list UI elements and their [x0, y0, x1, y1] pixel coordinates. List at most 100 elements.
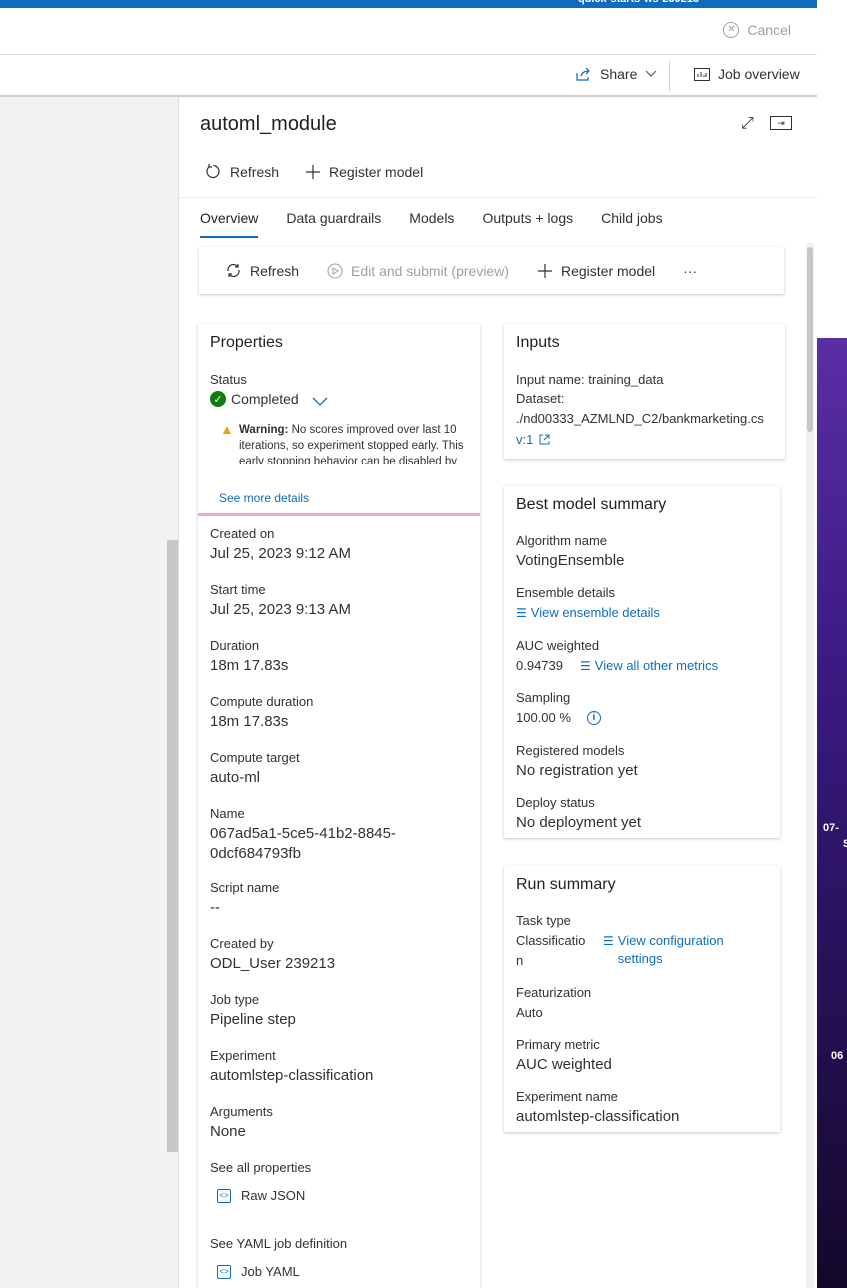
created-by-value: ODL_User 239213 — [210, 955, 336, 972]
refresh-button[interactable]: Refresh — [205, 163, 279, 180]
desktop-wallpaper: 07- S 06 — [817, 338, 847, 1288]
register-model-button[interactable]: Register model — [537, 263, 655, 279]
see-all-properties-label: See all properties — [210, 1160, 312, 1175]
arguments-label: Arguments — [210, 1104, 273, 1119]
compute-duration-label: Compute duration — [210, 694, 314, 709]
deploy-status-label: Deploy status — [516, 795, 595, 810]
job-overview-button[interactable]: Job overview — [694, 66, 800, 82]
dataset-link-cont[interactable]: v:1 — [516, 432, 550, 447]
input-name: Input name: training_data — [516, 372, 664, 387]
card-title: Run summary — [516, 876, 616, 893]
top-accent-bar: quick-starts-ws-239213 — [0, 0, 817, 8]
share-bar: Share Job overview — [0, 55, 817, 97]
register-model-button[interactable]: Register model — [305, 164, 423, 180]
view-configuration-link[interactable]: ☰ View configuration settings — [603, 933, 724, 966]
job-yaml-link[interactable]: <> Job YAML — [217, 1264, 300, 1279]
duration-label: Duration — [210, 638, 260, 653]
right-blank — [817, 0, 847, 338]
view-metrics-label: View all other metrics — [594, 658, 719, 673]
task-type-value-cont: n — [516, 953, 524, 968]
card-title: Properties — [210, 334, 283, 351]
job-detail-panel: automl_module ⤢ ⇥ Refresh Register model… — [178, 97, 818, 1288]
experiment-link[interactable]: automlstep-classification — [210, 1067, 373, 1084]
auc-label: AUC weighted — [516, 638, 600, 653]
list-icon: ☰ — [603, 934, 614, 948]
experiment-name-label: Experiment name — [516, 1089, 618, 1104]
left-background — [0, 97, 178, 1288]
job-type-value: Pipeline step — [210, 1011, 296, 1028]
script-name-value: -- — [210, 899, 220, 916]
list-icon: ☰ — [580, 658, 591, 673]
tab-bar: Overview Data guardrails Models Outputs … — [200, 210, 663, 238]
play-circle-icon — [327, 263, 343, 278]
refresh-label: Refresh — [230, 163, 280, 180]
algorithm-label: Algorithm name — [516, 533, 608, 548]
dataset-label: Dataset: — [516, 391, 565, 406]
refresh-icon — [206, 164, 220, 179]
duration-value: 18m 17.83s — [210, 657, 289, 674]
scrollbar-thumb[interactable] — [807, 247, 813, 432]
section-divider — [198, 513, 480, 516]
status-value: ✓ Completed — [210, 391, 328, 407]
external-link-icon — [539, 434, 550, 445]
share-button[interactable]: Share — [575, 66, 657, 82]
ensemble-label: Ensemble details — [516, 585, 615, 600]
job-type-label: Job type — [210, 992, 260, 1007]
view-ensemble-label: View ensemble details — [530, 605, 660, 620]
yaml-definition-label: See YAML job definition — [210, 1236, 348, 1251]
cancel-label: Cancel — [747, 22, 791, 38]
overview-toolbar: Refresh Edit and submit (preview) Regist… — [199, 247, 784, 294]
cancel-button[interactable]: ✕ Cancel — [723, 22, 791, 38]
tab-outputs-logs[interactable]: Outputs + logs — [482, 210, 573, 236]
primary-metric-label: Primary metric — [516, 1037, 600, 1052]
warning-title: Warning: — [239, 424, 289, 436]
share-label: Share — [600, 66, 638, 82]
share-icon — [576, 67, 590, 81]
view-metrics-link[interactable]: ☰ View all other metrics — [580, 658, 718, 673]
warning-icon: ▲ — [220, 422, 234, 437]
algorithm-link[interactable]: VotingEnsemble — [516, 552, 624, 569]
panel-command-bar: Refresh Register model — [205, 163, 449, 180]
registered-models-value: No registration yet — [516, 762, 638, 779]
featurization-label: Featurization — [516, 985, 592, 1000]
compute-target-label: Compute target — [210, 750, 300, 765]
refresh-button[interactable]: Refresh — [225, 262, 299, 279]
tab-data-guardrails[interactable]: Data guardrails — [286, 210, 381, 236]
sampling-text: 100.00 % — [516, 710, 571, 725]
refresh-label: Refresh — [250, 262, 300, 279]
chevron-down-icon[interactable] — [312, 397, 328, 407]
experiment-label: Experiment — [210, 1048, 276, 1063]
dock-panel-icon[interactable]: ⇥ — [770, 116, 792, 130]
edit-submit-label: Edit and submit (preview) — [351, 262, 509, 279]
expand-icon[interactable]: ⤢ — [741, 115, 754, 133]
compute-target-link[interactable]: auto-ml — [210, 769, 260, 786]
edit-submit-button[interactable]: Edit and submit (preview) — [327, 263, 509, 279]
name-value: 067ad5a1-5ce5-41b2-8845- — [210, 825, 396, 842]
info-icon[interactable]: i — [586, 710, 601, 725]
featurization-value: Auto — [516, 1005, 543, 1020]
see-more-details-link[interactable]: See more details — [219, 491, 309, 505]
check-circle-icon: ✓ — [210, 391, 226, 407]
code-file-icon: <> — [217, 1264, 231, 1279]
properties-card: Properties Status ✓ Completed ▲ Warning:… — [198, 324, 480, 1288]
left-scroll-strip — [167, 540, 178, 1152]
inputs-card: Inputs Input name: training_data Dataset… — [504, 324, 785, 459]
dashboard-icon — [694, 67, 710, 81]
arguments-value: None — [210, 1123, 246, 1140]
tab-child-jobs[interactable]: Child jobs — [601, 210, 662, 236]
list-icon: ☰ — [516, 605, 527, 620]
dataset-link[interactable]: ./nd00333_AZMLND_C2/bankmarketing.cs — [516, 411, 764, 426]
view-configuration-label: View configuration — [617, 933, 724, 948]
view-ensemble-link[interactable]: ☰ View ensemble details — [516, 605, 660, 620]
plus-icon — [537, 263, 552, 278]
tab-models[interactable]: Models — [409, 210, 454, 236]
start-time-value: Jul 25, 2023 9:13 AM — [210, 601, 351, 618]
divider — [669, 61, 670, 91]
code-file-icon: <> — [217, 1188, 231, 1203]
wallpaper-text: 06 — [831, 1050, 844, 1062]
tab-overview[interactable]: Overview — [200, 210, 259, 238]
created-on-value: Jul 25, 2023 9:12 AM — [210, 545, 351, 562]
raw-json-link[interactable]: <> Raw JSON — [217, 1188, 305, 1203]
status-label: Status — [210, 372, 247, 387]
more-options-button[interactable]: ··· — [683, 263, 697, 279]
